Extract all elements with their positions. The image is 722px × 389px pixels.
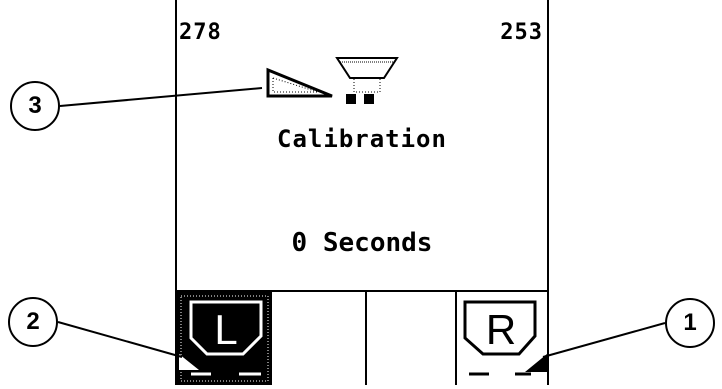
svg-text:R: R	[486, 306, 516, 353]
callout-3: 3	[10, 81, 60, 131]
left-counter: 278	[179, 20, 222, 45]
empty-softkey-3[interactable]	[367, 292, 457, 385]
spreader-hopper-icon	[266, 57, 399, 104]
softkey-bar: L R	[177, 290, 547, 385]
callout-1: 1	[665, 298, 715, 348]
left-calibration-softkey[interactable]: L	[177, 292, 272, 385]
left-hopper-icon: L	[179, 295, 269, 382]
terminal-screen: 278 253 Calibration 0 Seconds L R	[175, 0, 549, 385]
calibration-title: Calibration	[277, 125, 447, 153]
right-counter: 253	[500, 20, 543, 45]
elapsed-time: 0 Seconds	[291, 228, 433, 258]
empty-softkey-2[interactable]	[272, 292, 367, 385]
right-calibration-softkey[interactable]: R	[457, 292, 549, 385]
right-hopper-icon: R	[463, 300, 547, 376]
callout-2: 2	[8, 297, 58, 347]
svg-text:L: L	[214, 306, 237, 353]
